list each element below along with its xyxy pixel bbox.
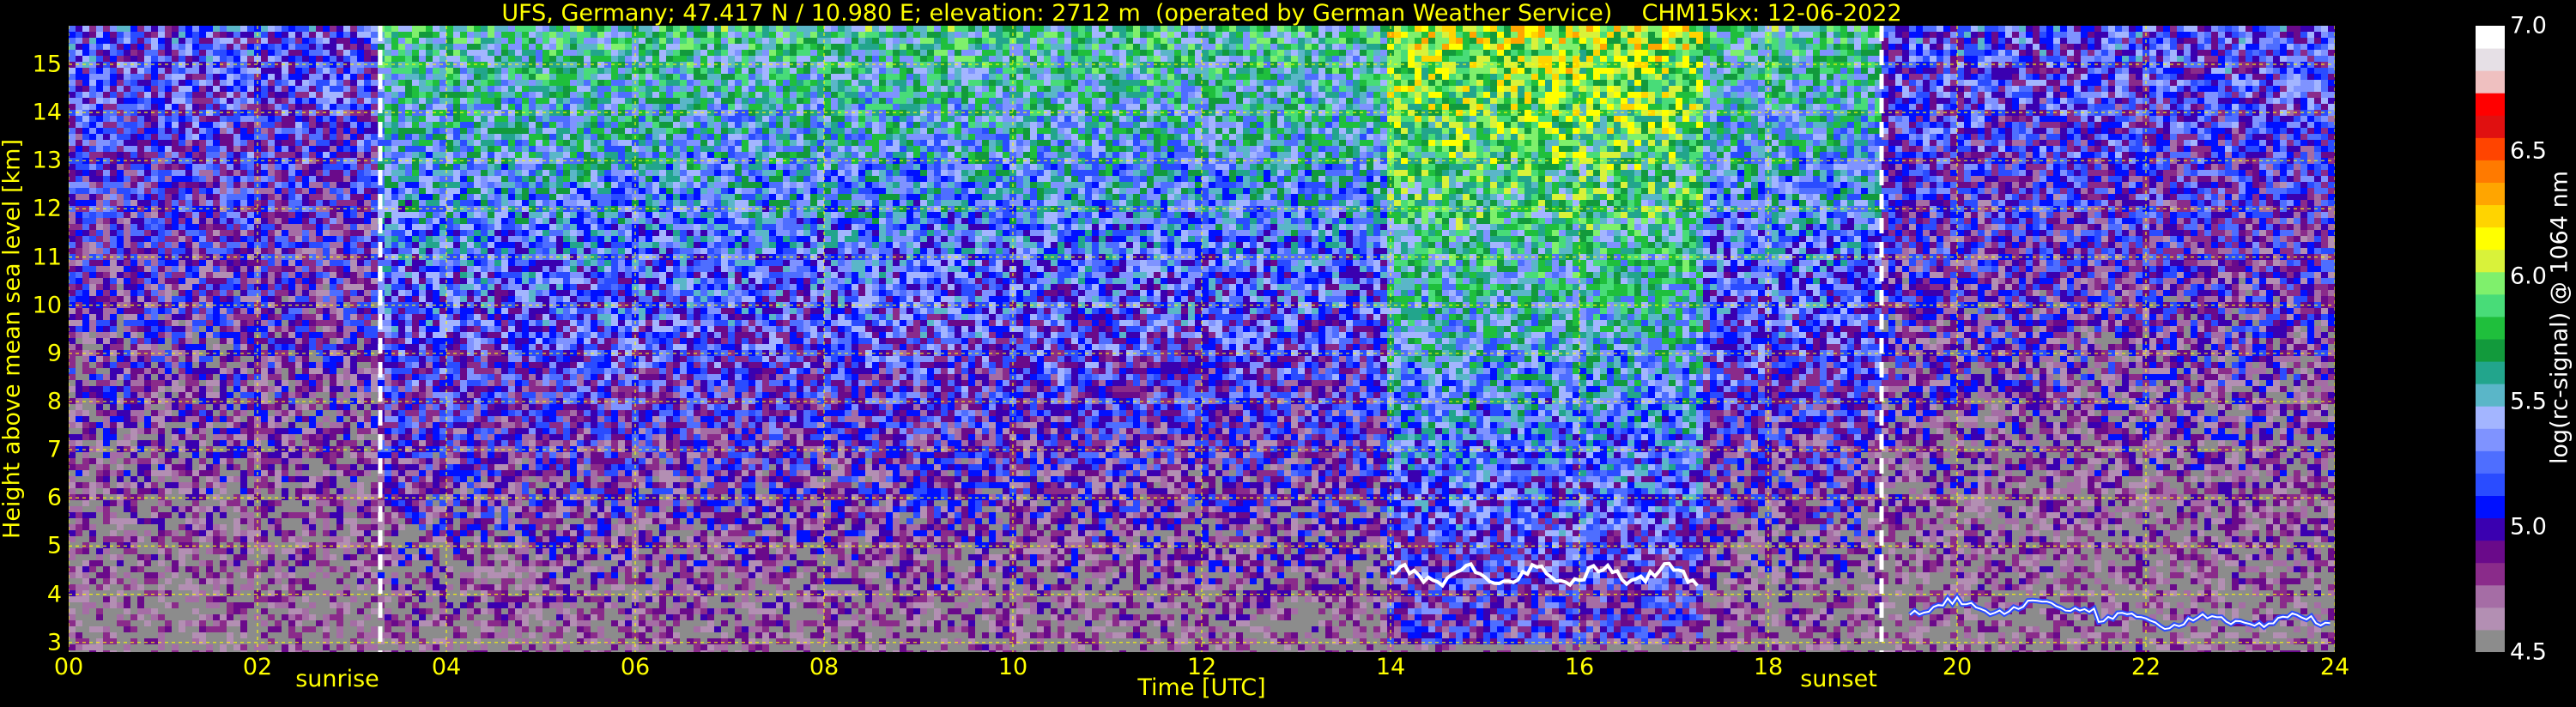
plot-area — [69, 26, 2335, 652]
chart-title: UFS, Germany; 47.417 N / 10.980 E; eleva… — [69, 0, 2335, 27]
